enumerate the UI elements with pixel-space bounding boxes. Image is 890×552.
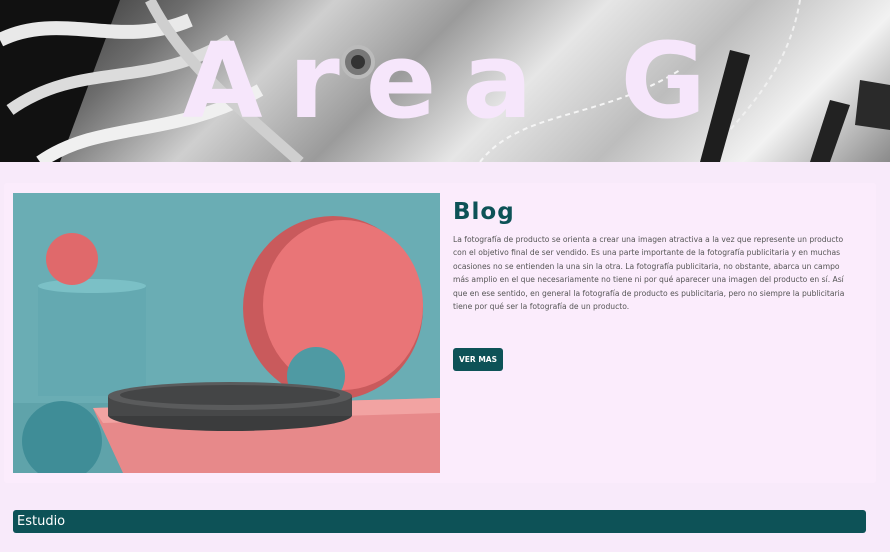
hero-banner: Area G: [0, 0, 890, 162]
product-podium-illustration: [13, 193, 440, 473]
blog-image: [13, 193, 440, 473]
ver-mas-button[interactable]: VER MAS: [453, 348, 503, 371]
blog-text: La fotografía de producto se orienta a c…: [453, 235, 845, 312]
section-bar-estudio[interactable]: Estudio: [13, 510, 866, 533]
blog-title: Blog: [453, 199, 515, 225]
section-label: Estudio: [17, 514, 66, 529]
blog-card: Blog La fotografía de producto se orient…: [4, 183, 876, 483]
hero-title: Area G: [181, 20, 733, 142]
